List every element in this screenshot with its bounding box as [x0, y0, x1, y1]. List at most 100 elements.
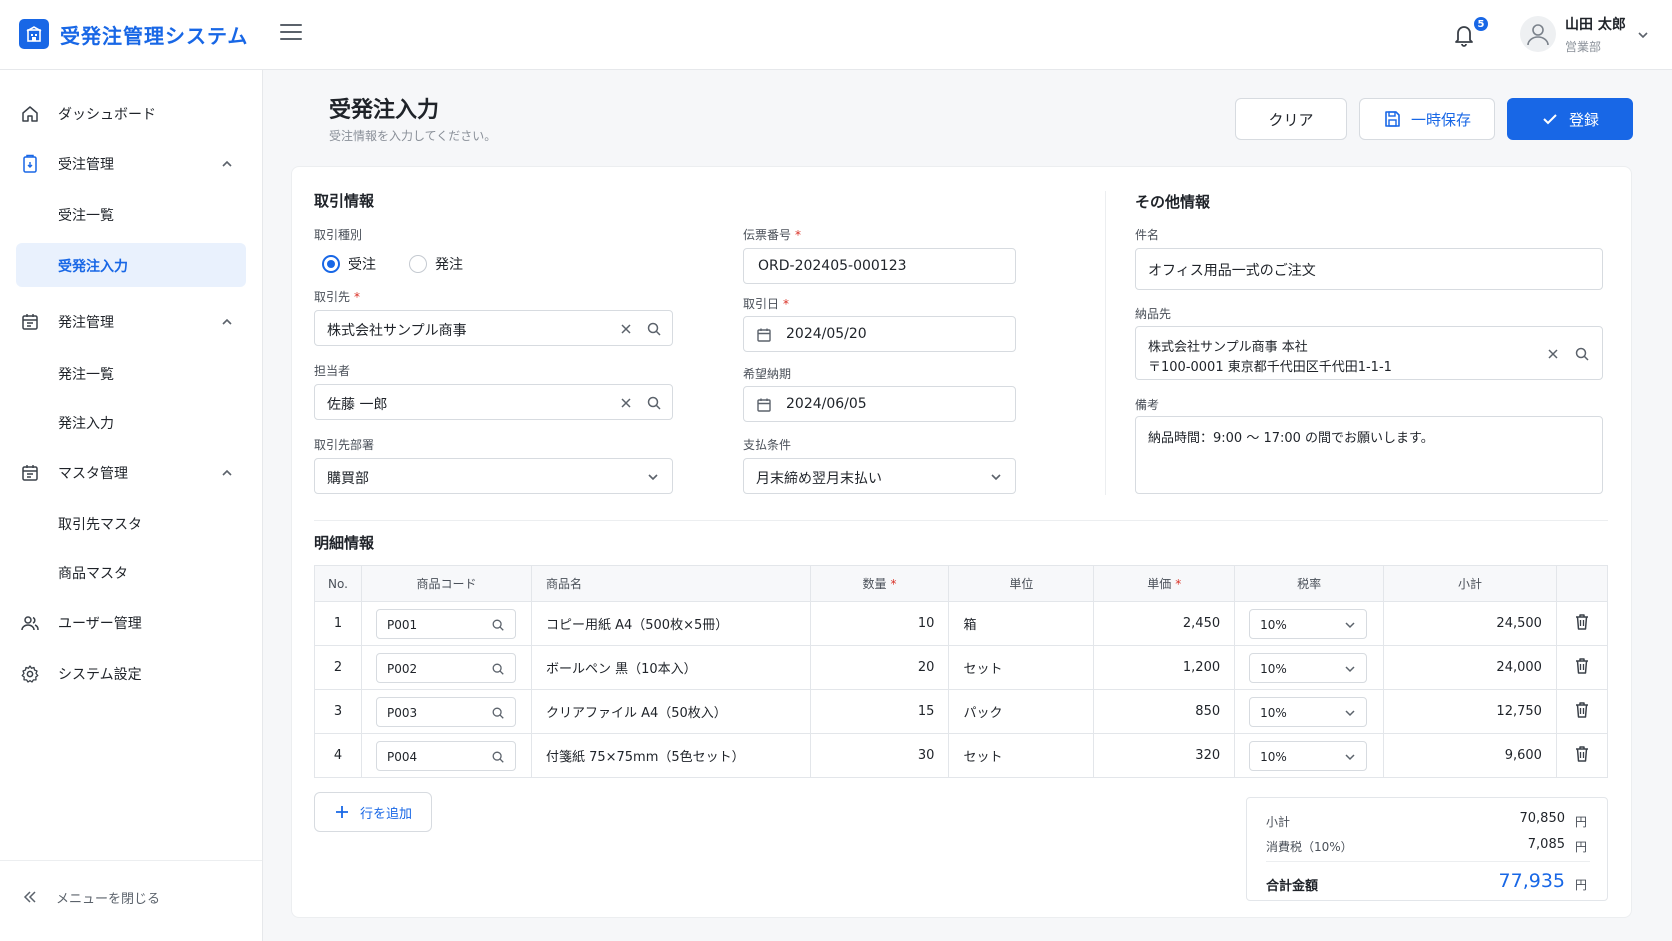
tax-rate-select[interactable]: 10% [1249, 696, 1368, 727]
subject-input[interactable]: オフィス用品一式のご注文 [1135, 248, 1603, 290]
trash-icon[interactable] [1574, 657, 1590, 675]
clear-button[interactable]: クリア [1235, 98, 1347, 140]
required-mark: * [354, 290, 361, 304]
chevron-down-icon [991, 474, 1001, 481]
sidebar-subitem-order-entry[interactable]: 受発注入力 [16, 243, 246, 287]
delivery-date-input[interactable]: 2024/06/05 [743, 386, 1016, 422]
product-code-input[interactable]: P002 [375, 652, 516, 683]
cell-product-name[interactable]: クリアファイル A4（50枚入） [531, 689, 811, 734]
sidebar-item-label: システム設定 [58, 667, 142, 683]
cell-qty[interactable]: 10 [810, 601, 950, 646]
tax-value: 7,085 [1527, 837, 1565, 852]
cell-no: 1 [314, 601, 362, 646]
dept-select[interactable]: 購買部 [314, 458, 673, 494]
chevron-up-icon[interactable] [220, 315, 234, 329]
cell-product-name[interactable]: 付箋紙 75×75mm（5色セット） [531, 733, 811, 778]
cell-product-name[interactable]: ボールペン 黒（10本入） [531, 645, 811, 690]
search-icon[interactable] [491, 706, 505, 720]
avatar[interactable] [1520, 16, 1556, 52]
calendar-icon[interactable] [756, 397, 772, 413]
sidebar-item-label: 受注管理 [58, 157, 114, 173]
cell-price[interactable]: 2,450 [1093, 601, 1236, 646]
sidebar-item-users[interactable]: ユーザー管理 [16, 601, 246, 645]
sidebar-item-label: 発注管理 [58, 315, 114, 331]
cell-tax: 10% [1234, 601, 1385, 646]
cell-product-name[interactable]: コピー用紙 A4（500枚×5冊） [531, 601, 811, 646]
chevron-up-icon[interactable] [220, 466, 234, 480]
field-label-delivery: 希望納期 [743, 367, 792, 381]
cell-actions [1556, 689, 1608, 734]
product-code-value: P002 [386, 661, 418, 676]
radio-order-placed[interactable]: 発注 [409, 254, 463, 274]
add-row-button[interactable]: 行を追加 [314, 792, 432, 832]
memo-textarea[interactable]: 納品時間：9:00 〜 17:00 の間でお願いします。 [1135, 416, 1603, 494]
collapse-menu-button[interactable]: メニューを閉じる [16, 879, 246, 915]
search-icon[interactable] [646, 321, 662, 337]
customer-input[interactable]: 株式会社サンプル商事 [314, 310, 673, 346]
save-draft-button[interactable]: 一時保存 [1359, 98, 1495, 140]
sidebar-subitem-label: 発注一覧 [58, 367, 114, 383]
check-icon [1543, 114, 1557, 125]
ship-to-input[interactable]: 株式会社サンプル商事 本社 〒100-0001 東京都千代田区千代田1-1-1 [1135, 326, 1603, 380]
cell-unit[interactable]: 箱 [948, 601, 1095, 646]
search-icon[interactable] [491, 750, 505, 764]
search-icon[interactable] [491, 618, 505, 632]
clear-x-icon[interactable] [619, 322, 633, 336]
product-code-value: P001 [386, 617, 418, 632]
cell-actions [1556, 601, 1608, 646]
sidebar-item-dashboard[interactable]: ダッシュボード [16, 92, 246, 136]
total-value: 77,935 [1498, 870, 1565, 892]
column-header-unit: 単位 [948, 565, 1095, 602]
trash-icon[interactable] [1574, 701, 1590, 719]
product-code-input[interactable]: P004 [375, 740, 516, 771]
trash-icon[interactable] [1574, 613, 1590, 631]
chevron-down-icon[interactable] [1636, 28, 1650, 42]
tax-rate-select[interactable]: 10% [1249, 740, 1368, 771]
cell-no: 2 [314, 645, 362, 690]
collapse-menu-label: メニューを閉じる [56, 892, 161, 907]
sidebar-subitem-product-master[interactable]: 商品マスタ [16, 550, 246, 594]
clear-x-icon[interactable] [619, 396, 633, 410]
search-icon[interactable] [491, 662, 505, 676]
tax-rate-select[interactable]: 10% [1249, 652, 1368, 683]
register-button[interactable]: 登録 [1507, 98, 1633, 140]
clear-x-icon[interactable] [1546, 347, 1560, 361]
hamburger-menu-icon[interactable] [280, 24, 302, 42]
cell-unit[interactable]: セット [948, 645, 1095, 690]
trash-icon[interactable] [1574, 745, 1590, 763]
sidebar-subitem-purchase-list[interactable]: 発注一覧 [16, 351, 246, 395]
user-name[interactable]: 山田 太郎 [1565, 14, 1626, 34]
register-label: 登録 [1568, 110, 1599, 129]
column-header-actions [1556, 565, 1608, 602]
cell-qty[interactable]: 15 [810, 689, 950, 734]
payment-terms-select[interactable]: 月末締め翌月末払い [743, 458, 1016, 494]
sidebar-item-purchases[interactable]: 発注管理 [16, 300, 246, 344]
slip-number-input[interactable]: ORD-202405-000123 [743, 248, 1016, 284]
sidebar-subitem-purchase-entry[interactable]: 発注入力 [16, 400, 246, 444]
sidebar-item-settings[interactable]: システム設定 [16, 652, 246, 696]
cell-unit[interactable]: セット [948, 733, 1095, 778]
tax-rate-select[interactable]: 10% [1249, 608, 1368, 639]
product-code-value: P004 [386, 749, 418, 764]
sidebar-item-orders[interactable]: 受注管理 [16, 142, 246, 186]
cell-unit[interactable]: パック [948, 689, 1095, 734]
cell-qty[interactable]: 20 [810, 645, 950, 690]
radio-order-received[interactable]: 受注 [322, 254, 376, 274]
person-input[interactable]: 佐藤 一郎 [314, 384, 673, 420]
search-icon[interactable] [646, 395, 662, 411]
product-code-input[interactable]: P001 [375, 608, 516, 639]
transaction-date-input[interactable]: 2024/05/20 [743, 316, 1016, 352]
chevron-up-icon[interactable] [220, 157, 234, 171]
calendar-icon[interactable] [756, 327, 772, 343]
sidebar-item-master[interactable]: マスタ管理 [16, 451, 246, 495]
sidebar-subitem-customer-master[interactable]: 取引先マスタ [16, 501, 246, 545]
column-header-tax: 税率 [1234, 565, 1385, 602]
search-icon[interactable] [1574, 346, 1590, 362]
cell-qty[interactable]: 30 [810, 733, 950, 778]
cell-price[interactable]: 850 [1093, 689, 1236, 734]
sidebar-subitem-order-list[interactable]: 受注一覧 [16, 192, 246, 236]
table-row: 2 P002 ボールペン 黒（10本入） 20 セット 1,200 10% 24,000 [314, 645, 1608, 690]
cell-price[interactable]: 1,200 [1093, 645, 1236, 690]
product-code-input[interactable]: P003 [375, 696, 516, 727]
cell-price[interactable]: 320 [1093, 733, 1236, 778]
